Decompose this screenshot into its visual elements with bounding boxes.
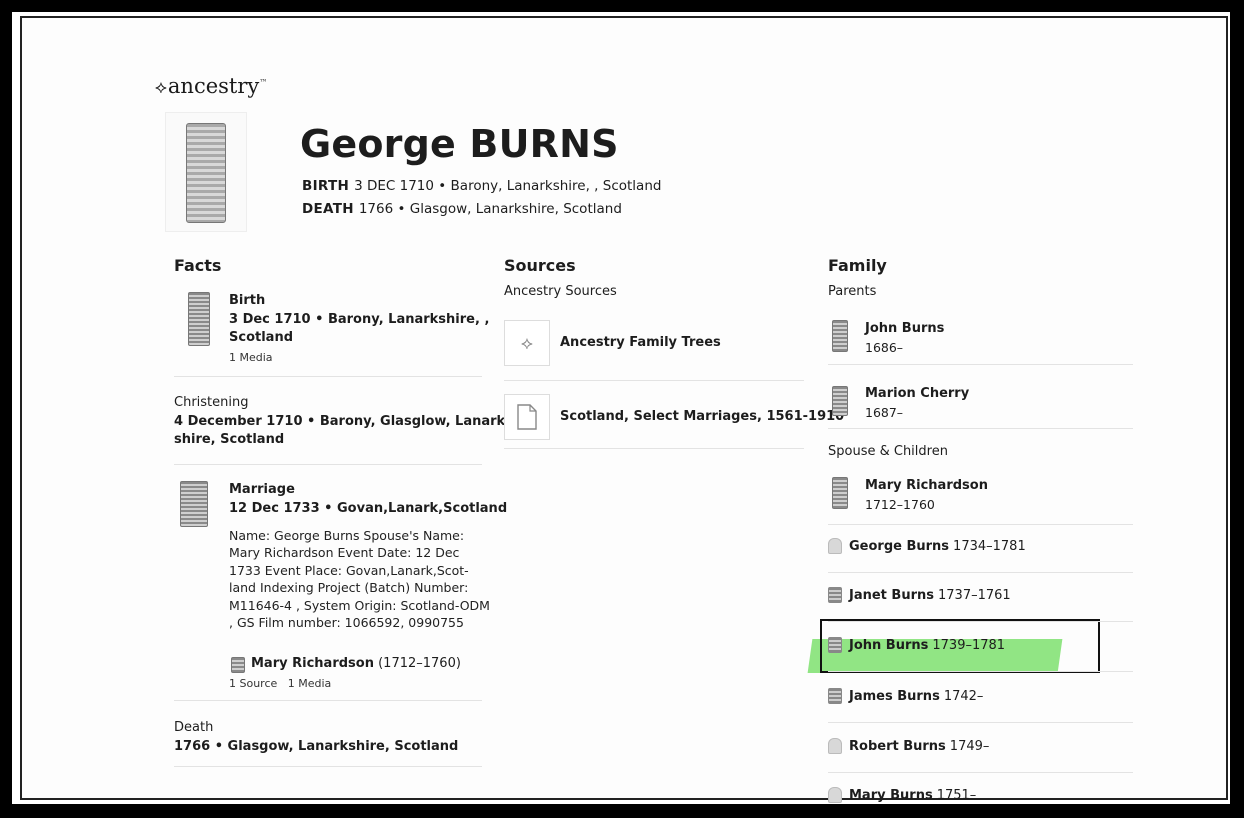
fact-christening-date-place: 4 December 1710 • Barony, Glasglow, Lana…	[174, 414, 511, 429]
child-james-burns[interactable]: James Burns 1742–	[828, 688, 983, 704]
divider	[828, 722, 1133, 723]
ancestry-leaf-icon: ⟡	[155, 77, 167, 98]
child-janet-burns[interactable]: Janet Burns 1737–1761	[828, 587, 1011, 603]
fact-marriage-description: Name: George Burns Spouse's Name: Mary R…	[229, 528, 490, 631]
birth-summary: BIRTH 3 DEC 1710 • Barony, Lanarkshire, ,…	[302, 178, 662, 194]
spouse-mary-richardson[interactable]: Mary Richardson	[865, 478, 988, 493]
parent-john-burns[interactable]: John Burns	[865, 321, 944, 336]
marriage-media-thumbnail[interactable]	[180, 481, 208, 527]
child-george-burns[interactable]: George Burns 1734–1781	[828, 538, 1026, 554]
screenshot-frame: ⟡ancestry™ George BURNS BIRTH 3 DEC 1710 …	[9, 9, 1233, 807]
document-icon	[504, 394, 550, 440]
divider	[828, 524, 1133, 525]
fact-birth-country: Scotland	[229, 330, 294, 345]
ancestry-leaf-icon: ⟡	[504, 320, 550, 366]
divider	[504, 380, 804, 381]
fact-birth-date-place: 3 Dec 1710 • Barony, Lanarkshire, ,	[229, 312, 490, 327]
facts-heading: Facts	[174, 256, 222, 275]
mother-thumbnail	[832, 386, 848, 416]
divider	[174, 464, 482, 465]
child-john-burns[interactable]: John Burns 1739–1781	[828, 637, 1005, 653]
spouse-children-subheading: Spouse & Children	[828, 444, 948, 459]
spouse-thumbnail	[832, 477, 848, 509]
fact-christening-title[interactable]: Christening	[174, 395, 248, 410]
person-name: George BURNS	[300, 122, 619, 166]
divider	[174, 700, 482, 701]
fact-marriage-sources-media[interactable]: 1 Source 1 Media	[229, 677, 331, 690]
parents-subheading: Parents	[828, 284, 877, 299]
divider	[828, 428, 1133, 429]
ancestry-sources-subheading: Ancestry Sources	[504, 284, 617, 299]
family-heading: Family	[828, 256, 887, 275]
child-robert-burns[interactable]: Robert Burns 1749–	[828, 738, 989, 754]
ancestry-logo[interactable]: ⟡ancestry™	[155, 74, 267, 98]
spouse-thumbnail-icon	[231, 657, 245, 673]
person-silhouette-icon	[828, 538, 842, 554]
record-thumbnail-icon	[828, 688, 842, 704]
sources-heading: Sources	[504, 256, 576, 275]
person-silhouette-icon	[828, 787, 842, 803]
fact-birth-title[interactable]: Birth	[229, 293, 265, 308]
divider	[828, 621, 1133, 622]
divider	[828, 671, 1133, 672]
marriage-spouse-link[interactable]: Mary Richardson (1712–1760)	[251, 656, 461, 671]
ancestry-person-page: ⟡ancestry™ George BURNS BIRTH 3 DEC 1710 …	[20, 16, 1228, 803]
divider	[174, 766, 482, 767]
divider	[174, 376, 482, 377]
divider	[828, 772, 1133, 773]
fact-christening-place-cont: shire, Scotland	[174, 432, 285, 447]
parent-marion-cherry-years: 1687–	[865, 405, 904, 420]
source-ancestry-family-trees[interactable]: Ancestry Family Trees	[560, 335, 721, 350]
source-scotland-select-marriages[interactable]: Scotland, Select Marriages, 1561-1910	[560, 409, 844, 424]
child-mary-burns[interactable]: Mary Burns 1751–	[828, 787, 976, 803]
fact-marriage-title[interactable]: Marriage	[229, 482, 295, 497]
brand-name: ancestry	[167, 74, 260, 98]
parent-marion-cherry[interactable]: Marion Cherry	[865, 386, 969, 401]
divider	[828, 572, 1133, 573]
person-silhouette-icon	[828, 738, 842, 754]
fact-death-date-place: 1766 • Glasgow, Lanarkshire, Scotland	[174, 739, 459, 754]
death-summary: DEATH 1766 • Glasgow, Lanarkshire, Scotla…	[302, 201, 622, 217]
parent-john-burns-years: 1686–	[865, 340, 904, 355]
fact-death-title[interactable]: Death	[174, 720, 213, 735]
birth-media-thumbnail[interactable]	[188, 292, 210, 346]
spouse-mary-richardson-years: 1712–1760	[865, 497, 935, 512]
record-thumbnail-icon	[828, 587, 842, 603]
father-thumbnail	[832, 320, 848, 352]
profile-photo[interactable]	[165, 112, 247, 232]
fact-marriage-date-place: 12 Dec 1733 • Govan,Lanark,Scotland	[229, 501, 508, 516]
record-thumbnail-icon	[828, 637, 842, 653]
fact-birth-media-count[interactable]: 1 Media	[229, 351, 273, 364]
divider	[828, 364, 1133, 365]
divider	[504, 448, 804, 449]
